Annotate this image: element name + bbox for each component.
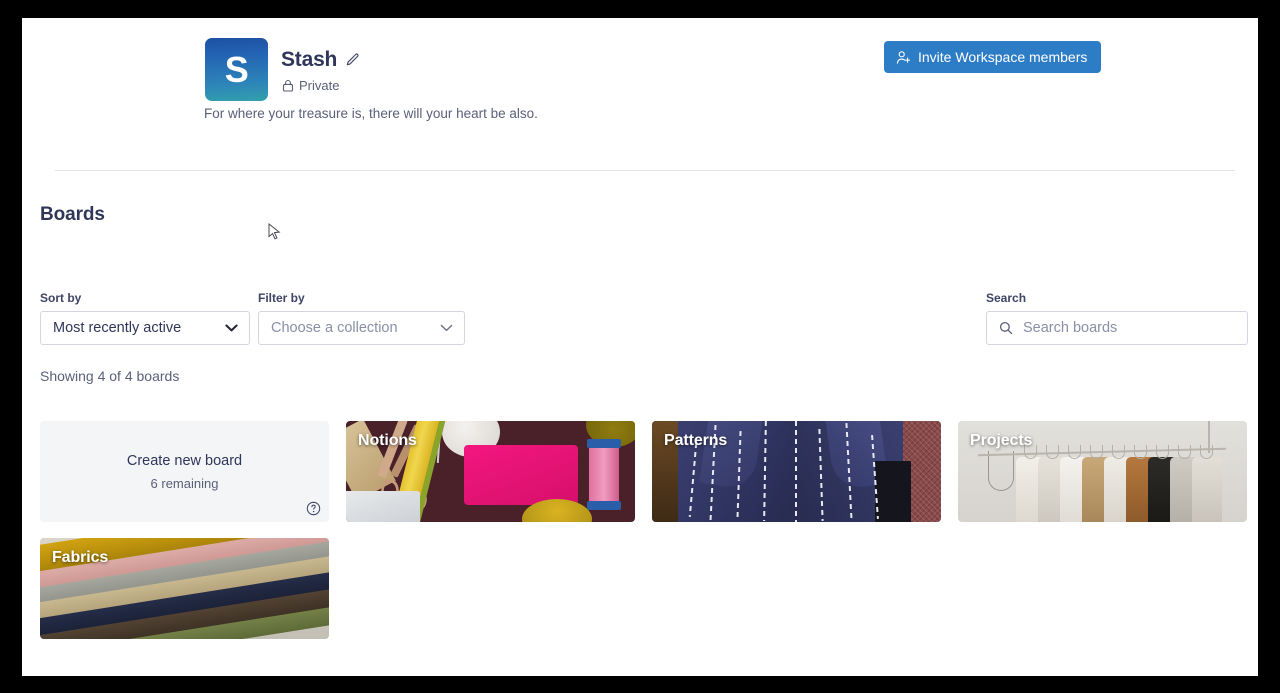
board-name-fabrics: Fabrics — [52, 549, 109, 566]
workspace-logo: S — [205, 38, 268, 101]
board-card-projects[interactable]: Projects — [958, 421, 1247, 522]
board-name-projects: Projects — [970, 432, 1033, 449]
workspace-description: For where your treasure is, there will y… — [204, 106, 538, 121]
mouse-cursor — [268, 222, 281, 241]
create-new-board-card[interactable]: Create new board 6 remaining — [40, 421, 329, 522]
filter-by-value: Choose a collection — [271, 320, 398, 336]
lock-icon — [282, 79, 294, 92]
sort-by-value: Most recently active — [53, 320, 182, 336]
board-grid: Create new board 6 remaining Notions Pat… — [40, 421, 1248, 639]
sort-by-control: Sort by Most recently active — [40, 291, 250, 345]
board-card-notions[interactable]: Notions — [346, 421, 635, 522]
board-card-patterns[interactable]: Patterns — [652, 421, 941, 522]
search-control: Search — [986, 291, 1248, 345]
search-box[interactable] — [986, 311, 1248, 345]
invite-workspace-members-button[interactable]: Invite Workspace members — [884, 41, 1102, 73]
header-divider — [55, 170, 1235, 171]
add-person-icon — [896, 50, 911, 65]
create-new-board-title: Create new board — [126, 452, 243, 469]
sort-by-select[interactable]: Most recently active — [40, 311, 250, 345]
showing-count: Showing 4 of 4 boards — [40, 368, 180, 384]
filter-by-label: Filter by — [258, 291, 305, 305]
device-frame: S Stash Private For where your treasure … — [0, 0, 1280, 693]
board-name-notions: Notions — [358, 432, 417, 449]
workspace-title-row: Stash — [281, 48, 360, 72]
search-label: Search — [986, 291, 1027, 305]
workspace-privacy: Private — [282, 78, 339, 93]
board-card-fabrics[interactable]: Fabrics — [40, 538, 329, 639]
workspace-header: S Stash Private For where your treasure … — [22, 18, 1258, 170]
sort-by-label: Sort by — [40, 291, 82, 305]
filter-by-select[interactable]: Choose a collection — [258, 311, 465, 345]
invite-button-label: Invite Workspace members — [918, 49, 1088, 65]
board-name-patterns: Patterns — [664, 432, 728, 449]
create-new-board-remaining: 6 remaining — [150, 475, 219, 491]
workspace-privacy-label: Private — [299, 78, 340, 93]
page-content: S Stash Private For where your treasure … — [22, 18, 1258, 676]
search-input[interactable] — [1023, 320, 1235, 336]
boards-heading: Boards — [40, 204, 105, 225]
pencil-icon[interactable] — [345, 53, 360, 68]
workspace-name: Stash — [281, 48, 338, 71]
filter-by-control: Filter by Choose a collection — [258, 291, 465, 345]
